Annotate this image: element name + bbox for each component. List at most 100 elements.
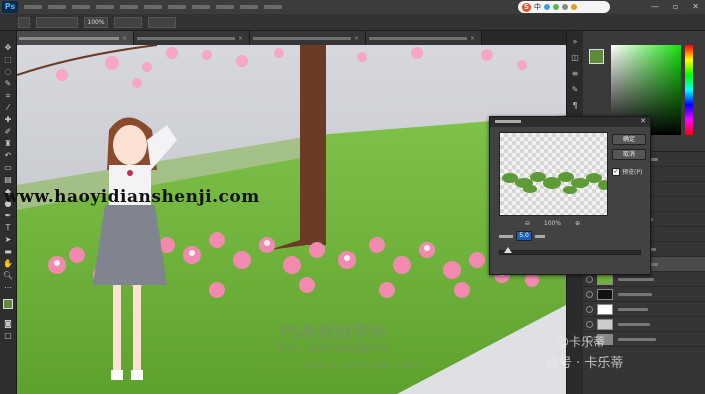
opacity-field[interactable]: 100% [84,16,108,28]
eye-icon[interactable] [586,275,593,283]
layer-name [618,307,648,311]
menu-bar: Ps S 中 — ▫ ✕ [0,0,705,14]
watermark-url: www.haoyidianshenji.com [4,187,260,207]
ime-skin-icon[interactable] [571,4,577,10]
preview-checkbox[interactable]: ✓ 预览(P) [612,167,642,176]
quick-select-tool-icon[interactable]: ✎ [3,79,13,88]
menu-item[interactable] [120,5,138,9]
menu-item[interactable] [24,5,42,9]
minimize-icon[interactable]: — [651,2,659,12]
tab-title [137,36,235,40]
clone-stamp-tool-icon[interactable]: ♜ [3,139,13,148]
tools-panel: ✥ ⬚ ◌ ✎ ⌗ ⁄ ✚ ✐ ♜ ↶ ▭ ▤ ◆ ● ✒ T ➤ ▬ ✋ 🔍︎… [0,31,17,394]
dialog-titlebar[interactable]: ✕ [490,117,650,127]
radius-input[interactable]: 5.0 [516,231,532,241]
menu-item[interactable] [48,5,66,9]
foreground-color-swatch[interactable] [3,299,13,309]
healing-brush-tool-icon[interactable]: ✚ [3,115,13,124]
close-icon[interactable]: × [238,35,243,42]
radius-slider[interactable] [499,247,641,255]
gradient-tool-icon[interactable]: ▤ [3,175,13,184]
crop-tool-icon[interactable]: ⌗ [3,91,13,100]
radius-unit-label [535,234,545,238]
close-icon[interactable]: × [470,35,475,42]
tab-title [19,36,119,40]
radius-slider-thumb[interactable] [504,247,512,253]
cancel-button[interactable]: 取消 [612,149,646,160]
layer-name [618,292,652,296]
tab-title [253,36,351,40]
close-icon[interactable]: × [354,35,359,42]
maximize-icon[interactable]: ▫ [673,2,678,12]
lasso-tool-icon[interactable]: ◌ [3,67,13,76]
ime-mode-label[interactable]: 中 [534,2,541,12]
foreground-color-swatch[interactable] [589,49,604,64]
shape-tool-icon[interactable]: ▬ [3,247,13,256]
radius-label [499,234,513,238]
document-tab[interactable]: × [250,31,366,45]
move-tool-icon[interactable]: ✥ [3,43,13,52]
brush-tool-icon[interactable]: ✐ [3,127,13,136]
dialog-title [495,120,521,123]
ok-button[interactable]: 确定 [612,134,646,145]
tool-preset-picker[interactable] [18,16,30,28]
pen-tool-icon[interactable]: ✒ [3,211,13,220]
history-panel-icon[interactable]: ◫ [570,53,580,62]
menu-item[interactable] [168,5,186,9]
menu-item[interactable] [216,5,234,9]
menu-item[interactable] [144,5,162,9]
filter-dialog: ✕ 确定 取消 ✓ 预览(P) ⊖ 100% ⊕ 5.0 [489,116,651,275]
menu-item[interactable] [264,5,282,9]
hue-slider[interactable] [685,45,693,135]
history-brush-tool-icon[interactable]: ↶ [3,151,13,160]
layer-thumbnail [597,273,613,285]
layer-row[interactable] [583,287,705,302]
menu-items [24,5,282,9]
eyedropper-tool-icon[interactable]: ⁄ [3,103,13,112]
brush-panel-icon[interactable]: ✎ [570,85,580,94]
hand-tool-icon[interactable]: ✋ [3,259,13,268]
ime-voice-icon[interactable] [553,4,559,10]
document-tab[interactable]: × [366,31,482,45]
document-tab[interactable]: × [16,31,134,45]
properties-panel-icon[interactable]: ≡ [570,69,580,78]
zoom-in-icon[interactable]: ⊕ [575,220,580,227]
ime-keyboard-icon[interactable] [562,4,568,10]
filter-preview[interactable] [499,132,608,216]
close-icon[interactable]: × [122,35,127,42]
menu-item[interactable] [240,5,258,9]
marquee-tool-icon[interactable]: ⬚ [3,55,13,64]
eraser-tool-icon[interactable]: ▭ [3,163,13,172]
eye-icon[interactable] [586,320,593,328]
option-button[interactable] [114,16,142,28]
eye-icon[interactable] [586,290,593,298]
watermark-ps-url: www.16xx8.com [306,360,428,371]
photoshop-logo: Ps [2,1,18,13]
preview-zoom-controls: ⊖ 100% ⊕ [499,218,606,228]
path-select-tool-icon[interactable]: ➤ [3,235,13,244]
close-icon[interactable]: ✕ [640,117,646,125]
ime-emoji-icon[interactable] [544,4,550,10]
screen-mode-icon[interactable]: ▢ [3,331,13,340]
checkbox-check-icon[interactable]: ✓ [612,167,620,176]
eye-icon[interactable] [586,305,593,313]
zoom-out-icon[interactable]: ⊖ [525,220,530,227]
preview-content [502,172,607,194]
menu-item[interactable] [192,5,210,9]
option-button[interactable] [148,16,176,28]
zoom-tool-icon[interactable]: 🔍︎ [3,271,13,280]
paragraph-panel-icon[interactable]: ¶ [570,101,580,110]
menu-item[interactable] [96,5,114,9]
mode-select[interactable] [36,16,78,28]
type-tool-icon[interactable]: T [3,223,13,232]
collapse-icon[interactable]: » [570,37,580,46]
edit-toolbar-icon[interactable]: ⋯ [3,283,13,292]
layer-row[interactable] [583,302,705,317]
document-tab[interactable]: × [134,31,250,45]
close-icon[interactable]: ✕ [692,2,699,12]
ime-toolbar[interactable]: S 中 [518,1,610,13]
layer-row[interactable] [583,317,705,332]
menu-item[interactable] [72,5,90,9]
layer-name [618,337,656,341]
quick-mask-icon[interactable]: ◙ [3,319,13,328]
